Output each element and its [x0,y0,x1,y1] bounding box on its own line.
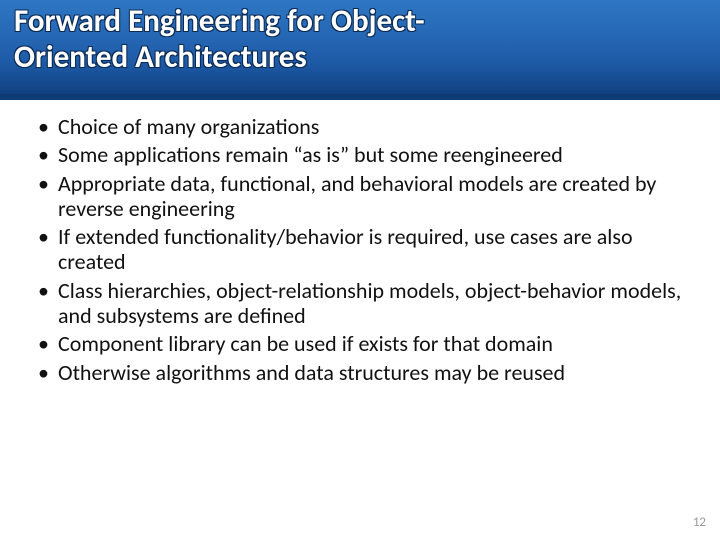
title-line-2: Oriented Architectures [14,40,706,76]
list-item: Appropriate data, functional, and behavi… [38,171,690,222]
slide-body: Choice of many organizations Some applic… [0,100,720,385]
title-band: Forward Engineering for Object- Oriented… [0,0,720,100]
title-line-1: Forward Engineering for Object- [14,4,706,40]
bullet-list: Choice of many organizations Some applic… [38,114,690,385]
slide-title: Forward Engineering for Object- Oriented… [14,4,706,75]
list-item: Component library can be used if exists … [38,331,690,356]
list-item: Some applications remain “as is” but som… [38,142,690,167]
list-item: Choice of many organizations [38,114,690,139]
slide: Forward Engineering for Object- Oriented… [0,0,720,540]
list-item: If extended functionality/behavior is re… [38,224,690,275]
list-item: Otherwise algorithms and data structures… [38,360,690,385]
list-item: Class hierarchies, object-relationship m… [38,278,690,329]
page-number: 12 [693,515,706,530]
